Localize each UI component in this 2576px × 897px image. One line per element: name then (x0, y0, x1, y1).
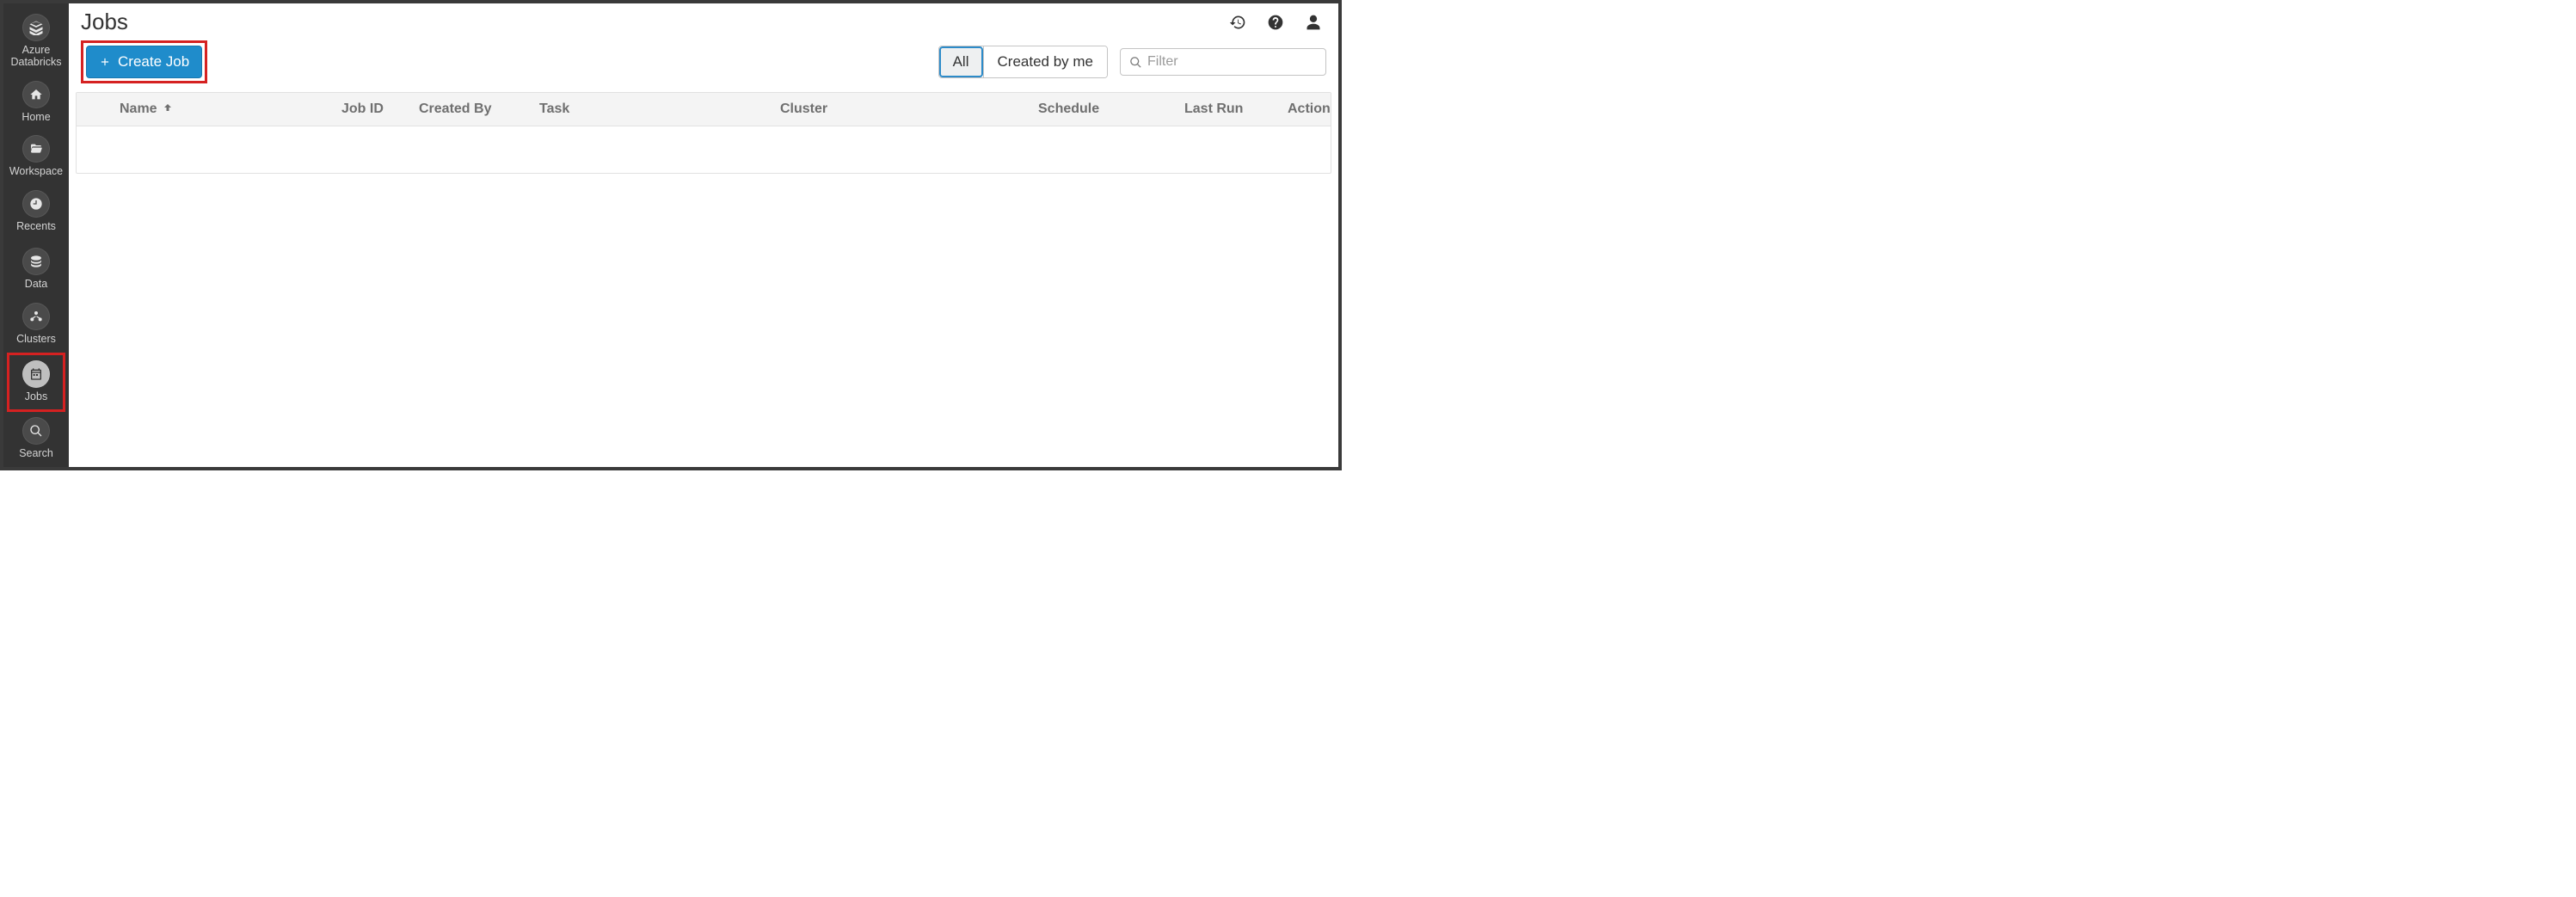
col-task[interactable]: Task (532, 98, 773, 120)
ownership-filter: All Created by me (938, 46, 1108, 78)
filter-all-button[interactable]: All (939, 46, 983, 77)
clusters-icon (22, 303, 50, 330)
clock-icon (22, 190, 50, 218)
sidebar-item-home[interactable]: Home (7, 76, 65, 131)
sidebar: Azure Databricks Home Workspace Recents … (3, 3, 69, 467)
col-job-id[interactable]: Job ID (335, 98, 412, 120)
col-last-run[interactable]: Last Run (1177, 98, 1281, 120)
jobs-table: Name Job ID Created By Task Cluster Sche… (76, 92, 1331, 174)
col-created-by[interactable]: Created By (412, 98, 532, 120)
filter-input[interactable] (1147, 54, 1317, 70)
col-name[interactable]: Name (77, 98, 335, 120)
page-title: Jobs (81, 9, 128, 35)
filter-created-by-me-button[interactable]: Created by me (983, 46, 1108, 77)
search-icon (22, 417, 50, 445)
create-job-label: Create Job (118, 53, 189, 71)
table-body-empty (77, 126, 1331, 173)
home-icon (22, 81, 50, 108)
sidebar-item-brand[interactable]: Azure Databricks (7, 9, 65, 76)
sidebar-item-label: Recents (16, 221, 56, 233)
sidebar-item-label: Data (25, 279, 47, 291)
history-icon[interactable] (1228, 13, 1247, 32)
sidebar-item-label: Jobs (25, 391, 47, 403)
sort-asc-icon (163, 101, 173, 117)
sidebar-item-workspace[interactable]: Workspace (7, 130, 65, 185)
sidebar-item-clusters[interactable]: Clusters (7, 298, 65, 353)
user-icon[interactable] (1304, 13, 1323, 32)
sidebar-item-label: Home (22, 112, 50, 124)
brand-label: Azure Databricks (7, 45, 65, 69)
table-header: Name Job ID Created By Task Cluster Sche… (77, 93, 1331, 126)
help-icon[interactable] (1266, 13, 1285, 32)
filter-box[interactable] (1120, 48, 1326, 76)
sidebar-item-label: Clusters (16, 334, 56, 346)
main-content: Jobs Create Job All Cr (69, 3, 1338, 467)
col-cluster[interactable]: Cluster (773, 98, 1031, 120)
create-job-highlight: Create Job (81, 40, 207, 83)
calendar-icon (22, 360, 50, 388)
databricks-logo-icon (22, 14, 50, 41)
plus-icon (99, 56, 111, 68)
create-job-button[interactable]: Create Job (86, 46, 202, 78)
header-icons (1228, 13, 1326, 32)
folder-open-icon (22, 135, 50, 163)
database-icon (22, 248, 50, 275)
col-action[interactable]: Action (1281, 98, 1337, 120)
sidebar-item-recents[interactable]: Recents (7, 185, 65, 240)
sidebar-item-label: Workspace (9, 166, 63, 178)
sidebar-item-search[interactable]: Search (7, 412, 65, 467)
col-schedule[interactable]: Schedule (1031, 98, 1177, 120)
sidebar-item-jobs[interactable]: Jobs (7, 353, 65, 413)
search-icon (1129, 56, 1142, 69)
sidebar-item-data[interactable]: Data (7, 243, 65, 298)
sidebar-item-label: Search (19, 448, 53, 460)
